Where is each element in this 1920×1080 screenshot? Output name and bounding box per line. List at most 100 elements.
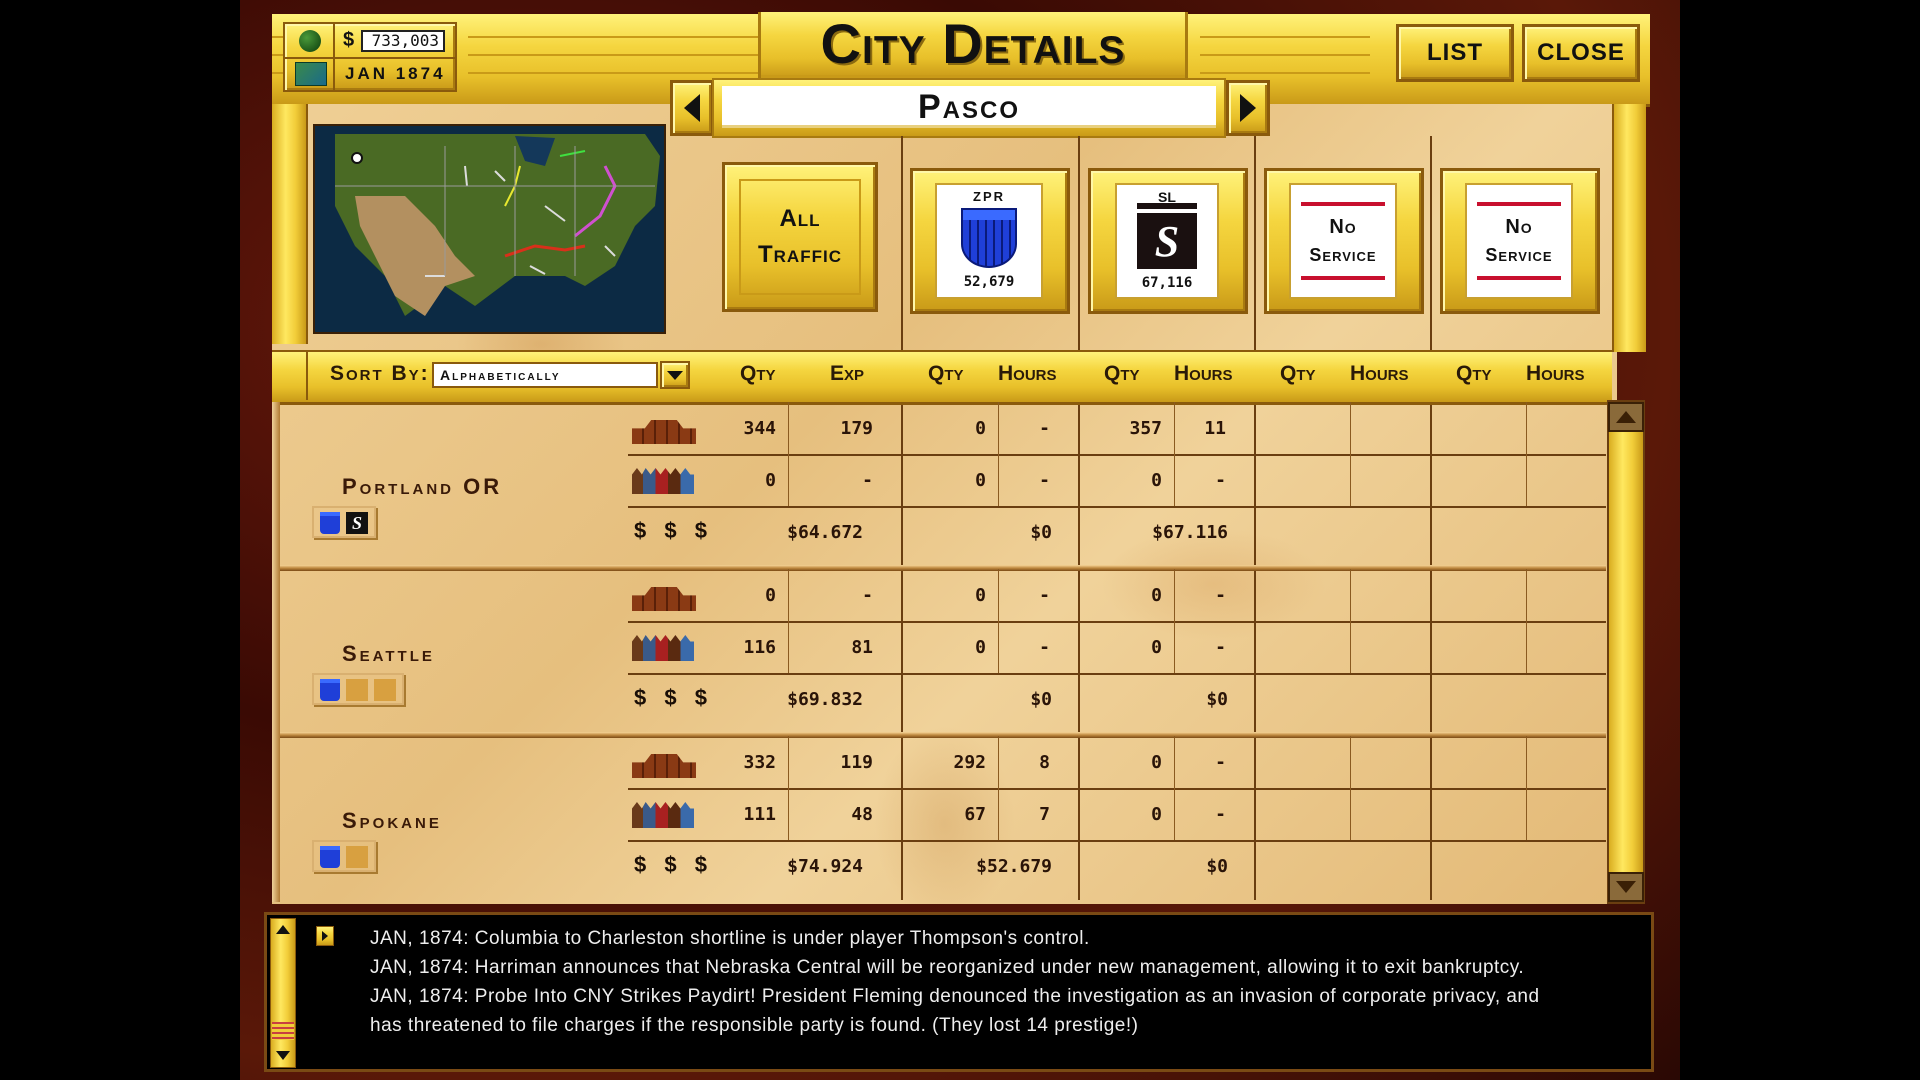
list-button[interactable]: LIST	[1396, 24, 1514, 82]
passengers-all-exp: 81	[851, 636, 873, 658]
served-by-badges	[312, 840, 376, 872]
region-map[interactable]	[313, 124, 666, 334]
sort-select[interactable]: Alphabetically	[432, 362, 658, 388]
news-play-icon[interactable]	[316, 926, 334, 946]
money-label: $ $ $	[634, 685, 713, 710]
freight-zpr-qty: 292	[953, 751, 986, 773]
header-zpr-qty: Qty	[928, 362, 964, 385]
header-sl-qty: Qty	[1104, 362, 1140, 385]
passengers-all-qty: 0	[765, 469, 776, 491]
news-feed: JAN, 1874: Columbia to Charleston shortl…	[370, 924, 1570, 1040]
freight-sl-qty: 357	[1129, 417, 1162, 439]
passengers-all-qty: 111	[743, 803, 776, 825]
freight-zpr-qty: 0	[975, 584, 986, 606]
triangle-up-icon	[1616, 411, 1636, 423]
right-rail	[1612, 104, 1646, 352]
passengers-sl-qty: 0	[1151, 803, 1162, 825]
usa-map-graphic	[335, 134, 660, 316]
passengers-sl-hours: -	[1215, 636, 1226, 658]
railroad-card-no-service-1[interactable]: No Service	[1264, 168, 1424, 314]
city-name: Pasco	[917, 88, 1021, 126]
passengers-all-exp: 48	[851, 803, 873, 825]
freight-all-exp: -	[862, 584, 873, 606]
city-name-box: Pasco	[712, 78, 1226, 138]
scroll-up-button[interactable]	[1608, 402, 1644, 432]
sort-label: Sort By:	[330, 362, 430, 385]
freight-zpr-hours: -	[1039, 584, 1050, 606]
passengers-sl-hours: -	[1215, 803, 1226, 825]
empty-badge-slot	[346, 679, 368, 701]
freight-zpr-hours: 8	[1039, 751, 1050, 773]
money-label: $ $ $	[634, 852, 713, 877]
passengers-sl-hours: -	[1215, 469, 1226, 491]
passengers-zpr-qty: 0	[975, 469, 986, 491]
money-all: $64.672	[787, 521, 863, 543]
header-none2-hours: Hours	[1526, 362, 1585, 385]
passengers-zpr-hours: -	[1039, 469, 1050, 491]
freight-all-qty: 0	[765, 584, 776, 606]
passengers-zpr-qty: 67	[964, 803, 986, 825]
served-by-badges	[312, 673, 404, 705]
sl-value: 67,116	[1141, 275, 1193, 291]
zpr-badge-icon	[320, 846, 340, 868]
header-none1-hours: Hours	[1350, 362, 1409, 385]
money-sl: $0	[1206, 688, 1228, 710]
city-name-0[interactable]: Portland OR	[342, 474, 502, 500]
freight-all-exp: 179	[840, 417, 873, 439]
railroad-card-no-service-2[interactable]: No Service	[1440, 168, 1600, 314]
money-zpr: $52.679	[976, 855, 1052, 877]
railroad-card-zpr[interactable]: ZPR 52,679	[910, 168, 1070, 314]
news-item: JAN, 1874: Probe Into CNY Strikes Paydir…	[370, 986, 1540, 1036]
header-zpr-hours: Hours	[998, 362, 1057, 385]
railroad-card-all-traffic[interactable]: All Traffic	[722, 162, 878, 312]
window-title: City Details	[820, 12, 1126, 75]
scroll-down-button[interactable]	[1608, 872, 1644, 902]
header-none2-qty: Qty	[1456, 362, 1492, 385]
table-scrollbar[interactable]	[1607, 400, 1645, 904]
money-value: 733,003	[361, 30, 445, 52]
city-name-2[interactable]: Spokane	[342, 808, 442, 834]
money-all: $69.832	[787, 688, 863, 710]
sl-abbr: SL	[1158, 189, 1176, 205]
header-all-qty: Qty	[740, 362, 776, 385]
freight-sl-hours: -	[1215, 751, 1226, 773]
globe-icon	[299, 30, 321, 52]
no-service-1-line2: Service	[1309, 245, 1377, 265]
sl-logo-icon: S	[1137, 209, 1197, 269]
freight-all-qty: 344	[743, 417, 776, 439]
passengers-sl-qty: 0	[1151, 469, 1162, 491]
left-rail	[272, 104, 308, 344]
all-traffic-line1: All	[779, 205, 821, 232]
prev-city-button[interactable]	[670, 80, 714, 136]
money-sl: $67.116	[1152, 521, 1228, 543]
railroad-card-sl[interactable]: SL S 67,116	[1088, 168, 1248, 314]
next-city-button[interactable]	[1226, 80, 1270, 136]
title-plate: City Details	[758, 12, 1188, 81]
city-name-1[interactable]: Seattle	[342, 641, 435, 667]
money-zpr: $0	[1030, 688, 1052, 710]
triangle-left-icon	[684, 94, 700, 122]
news-item: JAN, 1874: Columbia to Charleston shortl…	[370, 928, 1090, 949]
zpr-value: 52,679	[963, 274, 1015, 290]
triangle-down-icon	[1616, 881, 1636, 893]
header-none1-qty: Qty	[1280, 362, 1316, 385]
close-button[interactable]: CLOSE	[1522, 24, 1640, 82]
mini-map-icon	[295, 62, 327, 86]
sl-badge-icon: S	[346, 512, 368, 534]
triangle-right-icon	[1240, 94, 1256, 122]
header-sl-hours: Hours	[1174, 362, 1233, 385]
freight-all-qty: 332	[743, 751, 776, 773]
empty-badge-slot	[346, 846, 368, 868]
sort-dropdown-button[interactable]	[660, 361, 690, 389]
freight-zpr-hours: -	[1039, 417, 1050, 439]
money-sl: $0	[1206, 855, 1228, 877]
no-service-2-line1: No	[1505, 216, 1533, 238]
zpr-badge-icon	[320, 679, 340, 701]
news-scroll-down[interactable]	[272, 1046, 294, 1064]
zpr-abbr: ZPR	[973, 189, 1005, 204]
news-scroll-thumb[interactable]	[272, 1022, 294, 1040]
empty-badge-slot	[374, 679, 396, 701]
money-zpr: $0	[1030, 521, 1052, 543]
served-by-badges: S	[312, 506, 376, 538]
news-scroll-up[interactable]	[272, 920, 294, 938]
